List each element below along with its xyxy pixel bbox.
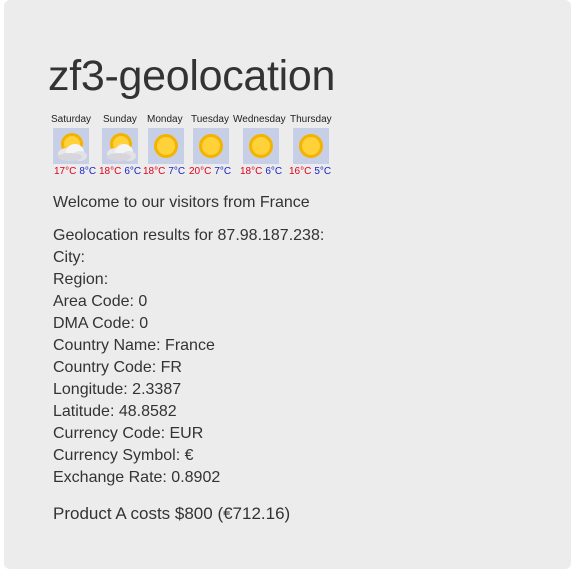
high-temp: 17°C	[54, 166, 77, 177]
content-card: zf3-geolocation Saturday 17°C 8°C Sunday…	[4, 0, 571, 569]
temperature-range: 20°C 7°C	[189, 166, 231, 178]
temperature-range: 18°C 6°C	[240, 166, 282, 178]
low-temp: 6°C	[124, 166, 142, 177]
high-temp: 20°C	[189, 166, 212, 177]
currency-code-row: Currency Code: EUR	[53, 425, 204, 442]
product-price: Product A costs $800 (€712.16)	[53, 504, 291, 523]
partly-cloudy-icon	[102, 128, 138, 164]
sun-icon	[193, 128, 229, 164]
low-temp: 5°C	[314, 166, 332, 177]
exchange-rate-row: Exchange Rate: 0.8902	[53, 469, 221, 486]
temperature-range: 18°C 6°C	[99, 166, 141, 178]
day-name: Sunday	[103, 114, 137, 125]
day-name: Tuesday	[191, 114, 229, 125]
longitude-row: Longitude: 2.3387	[53, 381, 182, 398]
day-name: Monday	[147, 114, 183, 125]
day-name: Wednesday	[233, 114, 286, 125]
low-temp: 8°C	[79, 166, 97, 177]
country-name-row: Country Name: France	[53, 337, 215, 354]
temperature-range: 17°C 8°C	[54, 166, 96, 178]
low-temp: 7°C	[214, 166, 232, 177]
sun-icon	[293, 128, 329, 164]
temperature-range: 16°C 5°C	[289, 166, 331, 178]
welcome-message: Welcome to our visitors from France	[53, 194, 310, 211]
low-temp: 6°C	[265, 166, 283, 177]
day-name: Saturday	[51, 114, 92, 125]
region-row: Region:	[53, 271, 109, 288]
low-temp: 7°C	[168, 166, 186, 177]
country-code-row: Country Code: FR	[53, 359, 182, 376]
currency-symbol-row: Currency Symbol: €	[53, 447, 194, 464]
area-code-row: Area Code: 0	[53, 293, 148, 310]
high-temp: 18°C	[240, 166, 263, 177]
city-row: City:	[53, 249, 85, 266]
sun-icon	[148, 128, 184, 164]
partly-cloudy-icon	[53, 128, 89, 164]
dma-code-row: DMA Code: 0	[53, 315, 149, 332]
high-temp: 18°C	[99, 166, 122, 177]
high-temp: 18°C	[143, 166, 166, 177]
day-name: Thursday	[290, 114, 332, 125]
sun-icon	[243, 128, 279, 164]
latitude-row: Latitude: 48.8582	[53, 403, 177, 420]
page-title: zf3-geolocation	[48, 52, 336, 100]
temperature-range: 18°C 7°C	[143, 166, 185, 178]
high-temp: 16°C	[289, 166, 312, 177]
results-header: Geolocation results for 87.98.187.238:	[53, 227, 325, 244]
